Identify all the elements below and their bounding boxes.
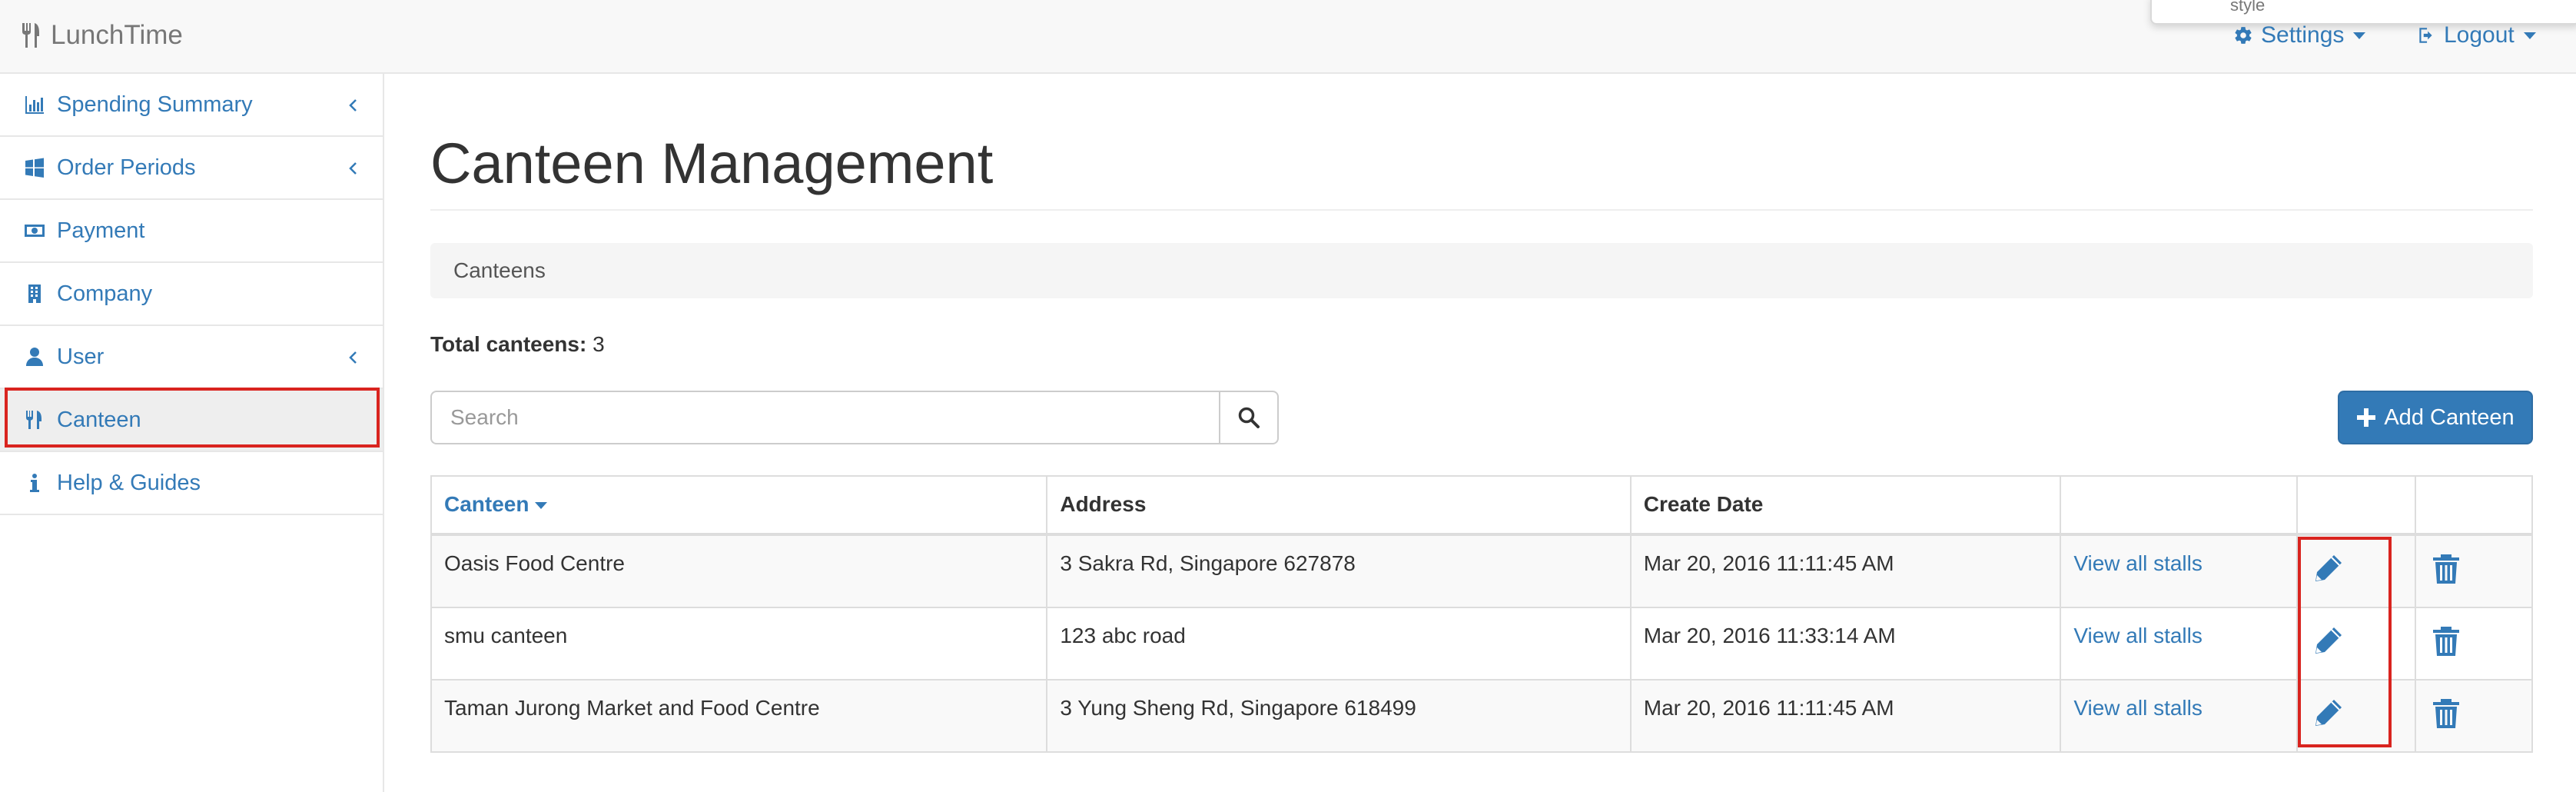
column-header-stalls	[2060, 475, 2299, 536]
settings-label: Settings	[2261, 22, 2345, 48]
cell-stalls: View all stalls	[2060, 607, 2299, 681]
table-row: smu canteen 123 abc road Mar 20, 2016 11…	[430, 607, 2533, 681]
cell-delete	[2415, 534, 2533, 608]
cell-address: 3 Sakra Rd, Singapore 627878	[1046, 534, 1632, 608]
delete-button[interactable]	[2428, 624, 2464, 659]
cell-edit	[2296, 679, 2417, 753]
user-icon	[23, 345, 46, 368]
total-canteens-label: Total canteens:	[430, 332, 587, 356]
edit-button[interactable]	[2310, 624, 2345, 659]
trash-icon	[2433, 554, 2460, 584]
column-header-create-date: Create Date	[1629, 475, 2062, 536]
sidebar-item-help-guides[interactable]: Help & Guides	[0, 452, 383, 515]
total-canteens-value: 3	[593, 332, 605, 356]
canteen-table: Canteen Address Create Date Oasis Food C…	[430, 475, 2533, 753]
sidebar-item-label: Order Periods	[57, 155, 196, 180]
brand-name: LunchTime	[51, 20, 183, 50]
column-header-edit	[2296, 475, 2417, 536]
cell-canteen-name: Taman Jurong Market and Food Centre	[430, 679, 1048, 753]
info-icon	[23, 471, 46, 494]
breadcrumb-item: Canteens	[453, 258, 546, 282]
edit-button[interactable]	[2310, 696, 2345, 731]
cell-stalls: View all stalls	[2060, 679, 2299, 753]
sidebar-item-canteen[interactable]: Canteen	[0, 389, 383, 452]
view-all-stalls-link[interactable]: View all stalls	[2073, 696, 2203, 720]
edit-button[interactable]	[2310, 551, 2345, 587]
search-input[interactable]	[430, 391, 1219, 444]
table-header-row: Canteen Address Create Date	[430, 475, 2533, 536]
cell-address: 3 Yung Sheng Rd, Singapore 618499	[1046, 679, 1632, 753]
add-canteen-button[interactable]: Add Canteen	[2338, 391, 2533, 444]
bar-chart-icon	[23, 93, 46, 116]
chevron-left-icon	[346, 348, 361, 366]
top-navbar: LunchTime style Settings Logout	[0, 0, 2576, 74]
logout-label: Logout	[2444, 22, 2515, 48]
logout-menu[interactable]: Logout	[2416, 17, 2536, 54]
search-button[interactable]	[1219, 391, 1279, 444]
gear-icon	[2235, 27, 2252, 44]
chevron-left-icon	[346, 95, 361, 114]
pencil-icon	[2315, 700, 2342, 726]
sidebar-item-label: Canteen	[57, 407, 141, 432]
title-divider	[430, 209, 2533, 211]
column-header-canteen[interactable]: Canteen	[430, 475, 1048, 536]
sidebar-item-label: User	[57, 344, 105, 369]
sidebar-item-company[interactable]: Company	[0, 263, 383, 326]
cell-stalls: View all stalls	[2060, 534, 2299, 608]
sidebar-item-payment[interactable]: Payment	[0, 200, 383, 263]
table-row: Oasis Food Centre 3 Sakra Rd, Singapore …	[430, 534, 2533, 608]
column-header-address: Address	[1046, 475, 1632, 536]
sort-caret-down-icon	[535, 502, 548, 510]
settings-menu[interactable]: Settings	[2233, 17, 2366, 54]
cell-delete	[2415, 607, 2533, 681]
trash-icon	[2433, 699, 2460, 728]
column-header-delete	[2415, 475, 2533, 536]
plus-icon	[2357, 408, 2376, 427]
caret-down-icon	[2353, 32, 2366, 39]
cutlery-icon	[23, 408, 46, 431]
delete-button[interactable]	[2428, 696, 2464, 731]
page-title: Canteen Management	[430, 131, 994, 195]
add-canteen-label: Add Canteen	[2384, 404, 2515, 430]
building-icon	[23, 282, 46, 305]
cell-edit	[2296, 534, 2417, 608]
sidebar-item-label: Payment	[57, 218, 145, 243]
view-all-stalls-link[interactable]: View all stalls	[2073, 624, 2203, 647]
sort-canteen-link[interactable]: Canteen	[444, 492, 529, 516]
trash-icon	[2433, 627, 2460, 656]
brand-logo[interactable]: LunchTime	[20, 17, 183, 54]
money-icon	[23, 219, 46, 242]
chevron-left-icon	[346, 158, 361, 177]
sidebar: Spending Summary Order Periods Payment C…	[0, 74, 384, 792]
breadcrumb: Canteens	[430, 243, 2533, 298]
pencil-icon	[2315, 555, 2342, 581]
delete-button[interactable]	[2428, 551, 2464, 587]
search-icon	[1238, 407, 1260, 428]
sidebar-item-order-periods[interactable]: Order Periods	[0, 137, 383, 200]
cell-address: 123 abc road	[1046, 607, 1632, 681]
table-row: Taman Jurong Market and Food Centre 3 Yu…	[430, 679, 2533, 753]
cell-canteen-name: smu canteen	[430, 607, 1048, 681]
sidebar-item-user[interactable]: User	[0, 326, 383, 389]
pencil-icon	[2315, 627, 2342, 654]
sidebar-item-label: Help & Guides	[57, 470, 201, 495]
sidebar-item-spending-summary[interactable]: Spending Summary	[0, 74, 383, 137]
cell-create-date: Mar 20, 2016 11:11:45 AM	[1629, 679, 2062, 753]
windows-icon	[23, 156, 46, 179]
cell-create-date: Mar 20, 2016 11:33:14 AM	[1629, 607, 2062, 681]
cutlery-icon	[22, 23, 39, 48]
sidebar-item-label: Company	[57, 281, 153, 306]
search-group	[430, 391, 1279, 444]
cell-canteen-name: Oasis Food Centre	[430, 534, 1048, 608]
logout-icon	[2419, 28, 2432, 43]
cell-edit	[2296, 607, 2417, 681]
cell-create-date: Mar 20, 2016 11:11:45 AM	[1629, 534, 2062, 608]
caret-down-icon	[2523, 32, 2536, 39]
cell-delete	[2415, 679, 2533, 753]
sidebar-item-label: Spending Summary	[57, 92, 253, 117]
popover-fragment-text: style	[2230, 0, 2266, 15]
view-all-stalls-link[interactable]: View all stalls	[2073, 551, 2203, 575]
total-canteens: Total canteens: 3	[430, 332, 605, 357]
